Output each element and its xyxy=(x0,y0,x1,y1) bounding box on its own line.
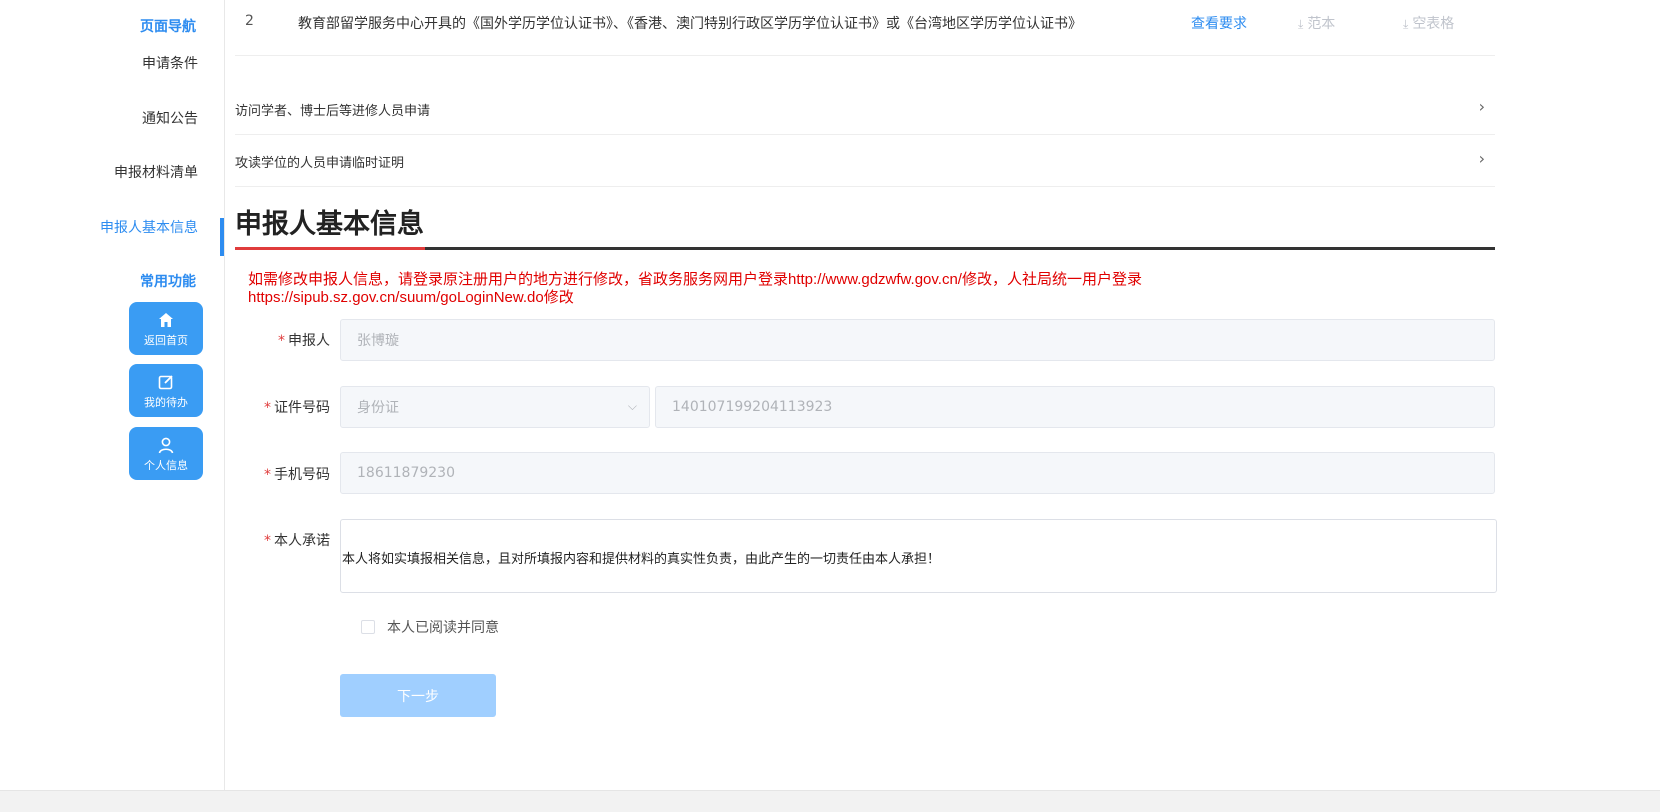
applicant-label-text: 申报人 xyxy=(288,333,330,349)
chevron-right-icon: › xyxy=(1478,149,1485,168)
id-number-value: 140107199204113923 xyxy=(672,399,833,415)
chevron-down-icon: ⌵ xyxy=(627,399,637,413)
material-name: 教育部留学服务中心开具的《国外学历学位认证书》、《香港、澳门特别行政区学历学位认… xyxy=(298,16,1082,32)
view-requirements-link[interactable]: 查看要求 xyxy=(1191,13,1247,33)
pledge-value: 本人将如实填报相关信息，且对所填报内容和提供材料的真实性负责，由此产生的一切责任… xyxy=(342,552,941,567)
notice-text: 如需修改申报人信息，请登录原注册用户的地方进行修改，省政务服务网用户登录http… xyxy=(248,271,1208,307)
section-divider xyxy=(235,247,1495,250)
home-button[interactable]: 返回首页 xyxy=(129,302,203,355)
next-button[interactable]: 下一步 xyxy=(340,674,496,717)
phone-label: * 手机号码 xyxy=(220,464,330,484)
id-label-text: 证件号码 xyxy=(274,400,330,416)
download-icon: ⤓ xyxy=(1298,17,1304,31)
sample-download-link[interactable]: ⤓ 范本 xyxy=(1298,13,1335,33)
applicant-label: * 申报人 xyxy=(220,330,330,350)
section-title: 申报人基本信息 xyxy=(235,209,424,240)
accordion-item-visiting-scholar[interactable]: 访问学者、博士后等进修人员申请 › xyxy=(235,83,1495,135)
home-icon xyxy=(156,310,176,330)
required-marker: * xyxy=(264,400,271,416)
nav-item-applicant-info[interactable]: 申报人基本信息 xyxy=(100,217,198,237)
footer-bar xyxy=(0,790,1660,812)
nav-item-conditions[interactable]: 申请条件 xyxy=(142,53,198,73)
user-icon xyxy=(156,435,176,455)
edit-icon xyxy=(156,372,176,392)
profile-button-label: 个人信息 xyxy=(144,458,188,472)
phone-label-text: 手机号码 xyxy=(274,467,330,483)
row-number: 2 xyxy=(245,13,254,29)
pledge-textarea[interactable]: 本人将如实填报相关信息，且对所填报内容和提供材料的真实性负责，由此产生的一切责任… xyxy=(340,519,1497,593)
phone-value: 18611879230 xyxy=(357,465,455,481)
nav-section-title: 页面导航 xyxy=(140,19,196,35)
chevron-right-icon: › xyxy=(1478,97,1485,116)
agree-checkbox[interactable]: 本人已阅读并同意 xyxy=(361,617,499,637)
sample-label: 范本 xyxy=(1307,16,1336,32)
accordion-item-degree-students[interactable]: 攻读学位的人员申请临时证明 › xyxy=(235,135,1495,187)
todo-button-label: 我的待办 xyxy=(144,395,188,409)
blank-form-label: 空表格 xyxy=(1412,16,1455,32)
todo-button[interactable]: 我的待办 xyxy=(129,364,203,417)
required-marker: * xyxy=(264,467,271,483)
nav-item-notices[interactable]: 通知公告 xyxy=(142,108,198,128)
table-row: 2 教育部留学服务中心开具的《国外学历学位认证书》、《香港、澳门特别行政区学历学… xyxy=(235,0,1495,56)
nav-item-materials[interactable]: 申报材料清单 xyxy=(114,162,198,182)
blank-form-download-link[interactable]: ⤓ 空表格 xyxy=(1403,13,1454,33)
accordion-label: 攻读学位的人员申请临时证明 xyxy=(235,156,405,171)
applicant-value: 张博璇 xyxy=(357,333,399,349)
pledge-label: * 本人承诺 xyxy=(220,530,330,550)
id-number-field[interactable]: 140107199204113923 xyxy=(655,386,1495,428)
page: 页面导航 申请条件 通知公告 申报材料清单 申报人基本信息 常用功能 返回首页 … xyxy=(0,0,1660,812)
profile-button[interactable]: 个人信息 xyxy=(129,427,203,480)
side-navigation: 页面导航 申请条件 通知公告 申报材料清单 申报人基本信息 常用功能 返回首页 … xyxy=(0,0,225,790)
phone-field[interactable]: 18611879230 xyxy=(340,452,1495,494)
applicant-field[interactable]: 张博璇 xyxy=(340,319,1495,361)
notice-line-1: 如需修改申报人信息，请登录原注册用户的地方进行修改，省政务服务网用户登录http… xyxy=(248,271,1142,288)
nav-common-title: 常用功能 xyxy=(140,274,196,290)
notice-line-2: https://sipub.sz.gov.cn/suum/goLoginNew.… xyxy=(248,289,574,306)
home-button-label: 返回首页 xyxy=(144,333,188,347)
required-marker: * xyxy=(278,333,285,349)
section-divider-accent xyxy=(235,247,425,250)
id-type-select[interactable]: 身份证 ⌵ xyxy=(340,386,650,428)
pledge-label-text: 本人承诺 xyxy=(274,533,330,549)
id-type-value: 身份证 xyxy=(357,400,399,416)
accordion-label: 访问学者、博士后等进修人员申请 xyxy=(235,104,431,119)
checkbox-box[interactable] xyxy=(361,620,375,634)
download-icon: ⤓ xyxy=(1403,17,1409,31)
agree-label: 本人已阅读并同意 xyxy=(387,620,499,636)
required-marker: * xyxy=(264,533,271,549)
nav-active-indicator xyxy=(220,218,224,256)
id-label: * 证件号码 xyxy=(220,397,330,417)
